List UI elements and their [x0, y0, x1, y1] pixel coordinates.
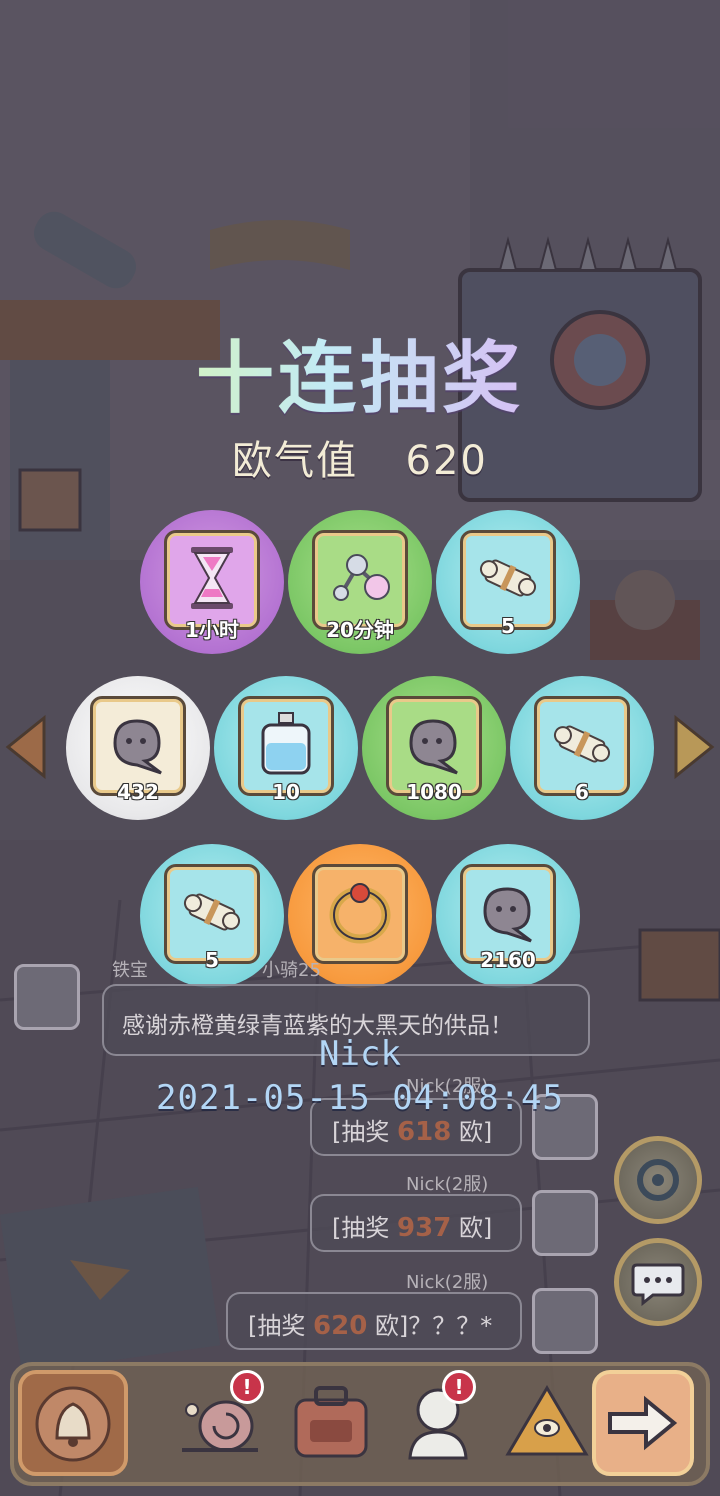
prize-card [312, 864, 408, 964]
notification-badge: ! [230, 1370, 264, 1404]
chat-message: [抽奖 620 欧]？？？* [226, 1292, 522, 1350]
prize-count: 6 [575, 780, 589, 804]
gear-icon [637, 1159, 679, 1201]
prize-slot-3[interactable]: 5 [436, 510, 580, 654]
arrow-right-icon[interactable] [668, 712, 718, 782]
ghost-blob-icon [483, 887, 532, 943]
nav-bell-button[interactable] [18, 1370, 128, 1476]
chat-sender: Nick(2服) [406, 1174, 489, 1195]
watermark-nick: Nick [319, 1034, 401, 1074]
scroll-icon [183, 893, 241, 931]
chat-button[interactable] [614, 1238, 702, 1326]
prize-slot-7[interactable]: 6 [510, 676, 654, 820]
arrow-left-icon[interactable] [2, 712, 52, 782]
prize-count: 10 [272, 780, 300, 804]
prize-slot-4[interactable]: 432 [66, 676, 210, 820]
notification-badge: ! [442, 1370, 476, 1404]
scroll-icon [553, 725, 611, 763]
prize-count: 1小时 [185, 618, 239, 642]
prize-slot-5[interactable]: 10 [214, 676, 358, 820]
luck-value-label: 欧气值 620 [0, 428, 720, 486]
watermark-datetime: 2021-05-15 04:08:45 [156, 1078, 564, 1118]
prize-slot-2[interactable]: 20分钟 [288, 510, 432, 654]
backpack-icon [294, 1386, 368, 1458]
pyramid-eye-icon [505, 1385, 589, 1456]
hourglass-icon [191, 547, 233, 609]
potion-bottle-icon [261, 712, 311, 775]
chat-partial-header-right: 小骑25 [262, 960, 321, 981]
avatar[interactable] [14, 964, 80, 1030]
chat-sender: Nick(2服) [406, 1272, 489, 1293]
ring-icon [329, 883, 391, 944]
bell-icon [35, 1386, 111, 1462]
prize-count: 2160 [480, 948, 536, 972]
scroll-icon [479, 559, 537, 597]
avatar[interactable] [532, 1190, 598, 1256]
luck-label: 欧气值 [232, 438, 359, 484]
avatar[interactable] [532, 1288, 598, 1354]
ghost-blob-icon [409, 719, 458, 775]
luck-value: 620 [405, 438, 488, 484]
prize-count: 20分钟 [326, 618, 394, 642]
gear-button[interactable] [614, 1136, 702, 1224]
page-title: 十连抽奖 [0, 316, 720, 428]
chat-message: [抽奖 937 欧] [310, 1194, 522, 1252]
speech-bubble-icon [631, 1263, 685, 1307]
arrow-right-icon [608, 1395, 678, 1451]
next-arrow-button[interactable] [592, 1370, 694, 1476]
nav-backpack-button[interactable] [280, 1370, 390, 1476]
prize-slot-1[interactable]: 1小时 [140, 510, 284, 654]
chat-partial-header: 铁宝 [112, 960, 148, 981]
nav-pyramid-button[interactable] [496, 1370, 606, 1476]
prize-slot-6[interactable]: 1080 [362, 676, 506, 820]
ghost-blob-icon [113, 719, 162, 775]
prize-slot-10[interactable]: 2160 [436, 844, 580, 988]
molecule-icon [333, 554, 390, 601]
prize-count: 432 [117, 780, 159, 804]
prize-count: 1080 [406, 780, 462, 804]
prize-count: 5 [501, 614, 515, 638]
bust-statue-icon [408, 1388, 468, 1460]
